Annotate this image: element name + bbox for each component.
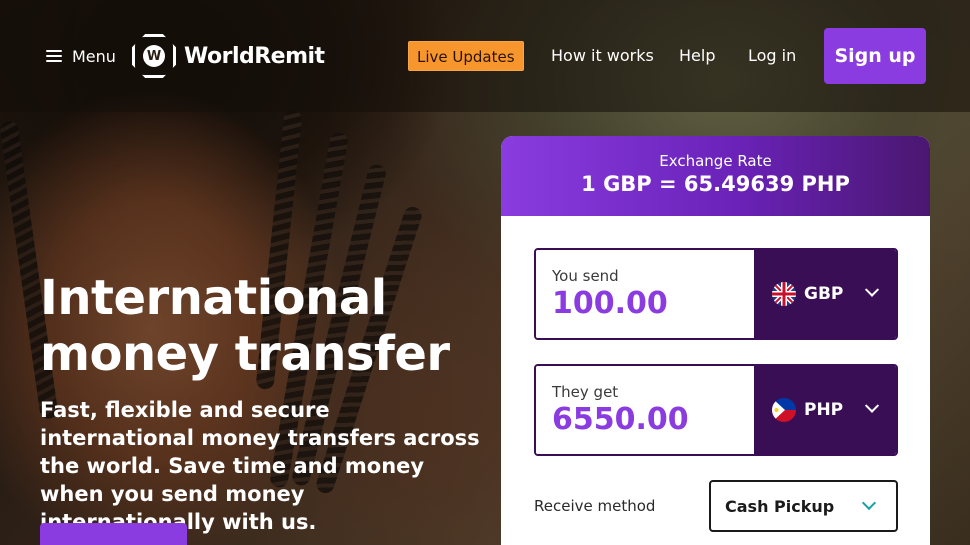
- chevron-down-icon: [861, 495, 877, 511]
- hero-subtitle: Fast, flexible and secure international …: [40, 398, 480, 534]
- receive-amount-field: They get 6550.00 PHP: [534, 364, 898, 456]
- receive-amount-input[interactable]: They get 6550.00: [536, 366, 754, 454]
- chevron-down-icon: [865, 282, 880, 297]
- top-navigation-bar: Menu W WorldRemit Live Updates How it wo…: [0, 0, 970, 112]
- send-amount-input[interactable]: You send 100.00: [536, 250, 754, 338]
- nav-how-it-works[interactable]: How it works: [551, 45, 654, 67]
- exchange-rate-header: Exchange Rate 1 GBP = 65.49639 PHP: [501, 136, 930, 216]
- receive-currency-code: PHP: [804, 400, 844, 420]
- send-currency-code: GBP: [804, 284, 844, 304]
- hero-cta-button[interactable]: [40, 523, 187, 545]
- brand-name: WorldRemit: [184, 43, 325, 69]
- exchange-calculator-card: Exchange Rate 1 GBP = 65.49639 PHP You s…: [501, 136, 930, 545]
- menu-label: Menu: [72, 46, 116, 66]
- worldremit-logo[interactable]: W WorldRemit: [132, 34, 325, 78]
- hero-title: International money transfer: [40, 270, 450, 382]
- nav-log-in[interactable]: Log in: [748, 45, 796, 67]
- philippines-flag-icon: [772, 398, 796, 422]
- exchange-rate-label: Exchange Rate: [659, 152, 772, 170]
- send-currency-select[interactable]: GBP: [754, 250, 896, 338]
- menu-button[interactable]: Menu: [46, 44, 116, 68]
- worldremit-logo-icon: W: [132, 34, 176, 78]
- sign-up-button[interactable]: Sign up: [824, 28, 926, 84]
- receive-method-value: Cash Pickup: [725, 496, 835, 516]
- nav-help[interactable]: Help: [679, 45, 715, 67]
- hamburger-icon: [46, 50, 62, 62]
- receive-currency-select[interactable]: PHP: [754, 366, 896, 454]
- chevron-down-icon: [865, 398, 880, 413]
- receive-amount-value: 6550.00: [552, 402, 689, 437]
- exchange-rate-value: 1 GBP = 65.49639 PHP: [581, 172, 850, 196]
- live-updates-button[interactable]: Live Updates: [408, 41, 524, 71]
- uk-flag-icon: [772, 282, 796, 306]
- receive-method-label: Receive method: [534, 497, 656, 515]
- receive-method-select[interactable]: Cash Pickup: [709, 480, 898, 532]
- receive-label: They get: [552, 383, 619, 401]
- send-amount-value: 100.00: [552, 286, 668, 321]
- send-amount-field: You send 100.00 GBP: [534, 248, 898, 340]
- send-label: You send: [552, 267, 619, 285]
